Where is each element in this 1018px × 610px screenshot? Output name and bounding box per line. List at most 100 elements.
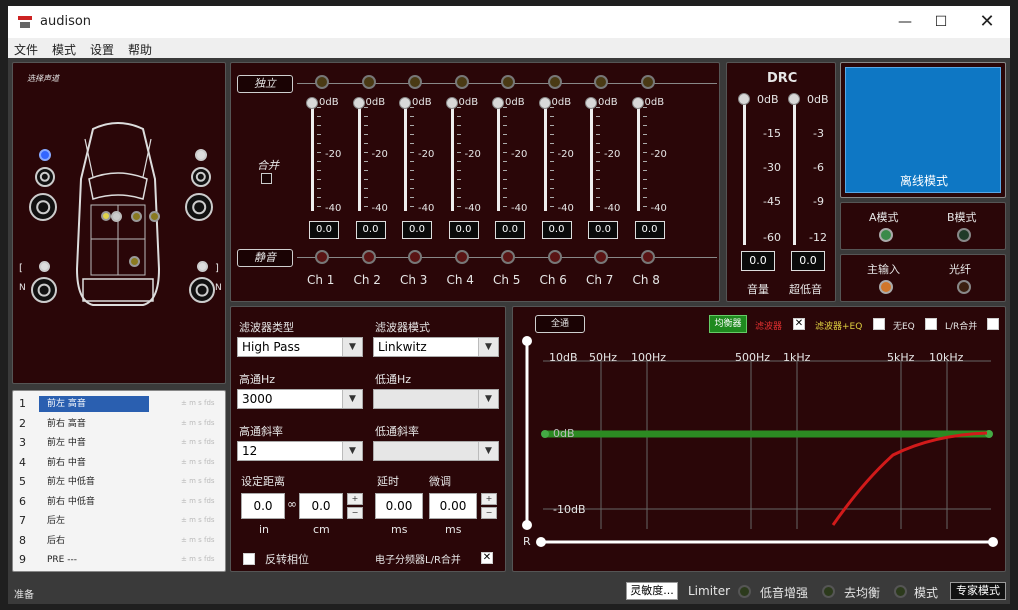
fader-track[interactable] <box>636 105 640 211</box>
link-chain-icon[interactable]: ∞ <box>287 497 297 511</box>
channel-list-row[interactable]: 6 前右 中低音 ± m s fds <box>15 493 223 512</box>
filter-mode-select[interactable]: Linkwitz ▼ <box>373 337 499 357</box>
mute-led[interactable] <box>315 250 329 264</box>
delay-input[interactable]: 0.00 <box>375 493 423 519</box>
sub-volume-value[interactable]: 0.0 <box>791 251 825 271</box>
de-eq-led[interactable] <box>894 585 907 598</box>
rear-right-speaker-icon[interactable] <box>189 277 215 303</box>
fader-track[interactable] <box>497 105 500 211</box>
mute-led[interactable] <box>640 250 655 264</box>
link-checkbox[interactable] <box>261 173 272 184</box>
mid-right-speaker-icon[interactable] <box>191 167 211 187</box>
solo-led[interactable] <box>501 75 515 89</box>
speaker-center-dot[interactable] <box>131 211 142 222</box>
eq-horizontal-knob-right[interactable] <box>988 537 998 547</box>
distance-in-input[interactable]: 0.0 <box>241 493 285 519</box>
speaker-front-left-dot[interactable] <box>111 211 122 222</box>
hp-hz-select[interactable]: 3000 ▼ <box>237 389 363 409</box>
fader-track[interactable] <box>404 105 407 211</box>
limiter-led[interactable] <box>738 585 751 598</box>
fine-input[interactable]: 0.00 <box>429 493 477 519</box>
menu-mode[interactable]: 模式 <box>52 41 76 58</box>
channel-list-row[interactable]: 4 前右 中音 ± m s fds <box>15 454 223 473</box>
channel-gain-value[interactable]: 0.0 <box>541 221 572 239</box>
master-volume-value[interactable]: 0.0 <box>741 251 775 271</box>
menu-file[interactable]: 文件 <box>14 41 38 58</box>
solo-led[interactable] <box>594 75 608 89</box>
solo-led[interactable] <box>454 75 469 89</box>
mute-led[interactable] <box>408 250 422 264</box>
expert-mode-button[interactable]: 专家模式 <box>950 582 1006 600</box>
woofer-left-speaker-icon[interactable] <box>29 193 57 221</box>
minimize-button[interactable]: — <box>888 10 922 34</box>
channel-list-row[interactable]: 9 PRE --- ± m s fds <box>15 551 223 570</box>
solo-button[interactable]: 独立 <box>237 75 293 93</box>
distance-up-button[interactable]: + <box>347 493 363 505</box>
channel-list-row[interactable]: 7 后左 ± m s fds <box>15 512 223 531</box>
mid-left-speaker-icon[interactable] <box>35 167 55 187</box>
channel-list-row[interactable]: 8 后右 ± m s fds <box>15 532 223 551</box>
filter-type-select[interactable]: High Pass ▼ <box>237 337 363 357</box>
master-volume-knob[interactable] <box>738 93 750 105</box>
solo-led[interactable] <box>315 75 329 89</box>
rear-left-speaker-icon[interactable] <box>31 277 57 303</box>
main-input-led[interactable] <box>879 280 893 294</box>
speaker-front-right-dot[interactable] <box>149 211 160 222</box>
channel-gain-value[interactable]: 0.0 <box>448 221 479 239</box>
maximize-button[interactable]: ☐ <box>924 10 958 34</box>
channel-gain-value[interactable]: 0.0 <box>588 221 618 239</box>
channel-gain-value[interactable]: 0.0 <box>495 221 525 239</box>
channel-list-row[interactable]: 5 前左 中低音 ± m s fds <box>15 473 223 492</box>
tweeter-left-button[interactable] <box>39 149 51 161</box>
mute-led[interactable] <box>547 250 562 264</box>
mute-button[interactable]: 静音 <box>237 249 293 267</box>
fader-track[interactable] <box>311 105 314 211</box>
a-mode-led[interactable] <box>879 228 893 242</box>
channel-gain-value[interactable]: 0.0 <box>309 221 339 239</box>
delay-up-button[interactable]: + <box>481 493 497 505</box>
solo-led[interactable] <box>547 75 562 89</box>
xover-link-checkbox[interactable]: ✕ <box>481 552 493 564</box>
distance-cm-input[interactable]: 0.0 <box>299 493 343 519</box>
lp-hz-select[interactable]: ▼ <box>373 389 499 409</box>
bass-boost-led[interactable] <box>822 585 835 598</box>
sub-volume-knob[interactable] <box>788 93 800 105</box>
rear-right-tweeter-button[interactable] <box>197 261 208 272</box>
mute-led[interactable] <box>454 250 469 264</box>
woofer-right-speaker-icon[interactable] <box>185 193 213 221</box>
sub-volume-track[interactable] <box>793 101 796 245</box>
fader-track[interactable] <box>357 105 361 211</box>
solo-led[interactable] <box>361 75 376 89</box>
fader-track[interactable] <box>590 105 593 211</box>
fader-track[interactable] <box>450 105 454 211</box>
hp-slope-select[interactable]: 12 ▼ <box>237 441 363 461</box>
channel-list-row[interactable]: 2 前右 高音 ± m s fds <box>15 415 223 434</box>
delay-down-button[interactable]: − <box>481 507 497 519</box>
speaker-selected-dot[interactable] <box>101 211 111 221</box>
master-volume-track[interactable] <box>743 101 746 245</box>
b-mode-led[interactable] <box>957 228 971 242</box>
channel-gain-value[interactable]: 0.0 <box>355 221 386 239</box>
eq-vertical-knob-top[interactable] <box>522 336 532 346</box>
solo-led[interactable] <box>640 75 655 89</box>
mute-led[interactable] <box>361 250 376 264</box>
close-button[interactable]: ✕ <box>970 10 1004 34</box>
channel-gain-value[interactable]: 0.0 <box>402 221 432 239</box>
speaker-rear-center-dot[interactable] <box>129 256 140 267</box>
optical-led[interactable] <box>957 280 971 294</box>
rear-left-tweeter-button[interactable] <box>39 261 50 272</box>
tweeter-right-button[interactable] <box>195 149 207 161</box>
eq-vertical-knob-bottom[interactable] <box>522 520 532 530</box>
channel-list-row[interactable]: 3 前左 中音 ± m s fds <box>15 434 223 453</box>
fader-track[interactable] <box>543 105 547 211</box>
menu-help[interactable]: 帮助 <box>128 41 152 58</box>
channel-list-row[interactable]: 1 前左 高音 ± m s fds <box>15 395 223 414</box>
mute-led[interactable] <box>501 250 515 264</box>
solo-led[interactable] <box>408 75 422 89</box>
eq-horizontal-knob-left[interactable] <box>536 537 546 547</box>
offline-mode-button[interactable]: 离线模式 <box>845 67 1001 193</box>
eq-left-handle[interactable] <box>541 430 549 438</box>
mute-led[interactable] <box>594 250 608 264</box>
distance-down-button[interactable]: − <box>347 507 363 519</box>
channel-gain-value[interactable]: 0.0 <box>634 221 665 239</box>
